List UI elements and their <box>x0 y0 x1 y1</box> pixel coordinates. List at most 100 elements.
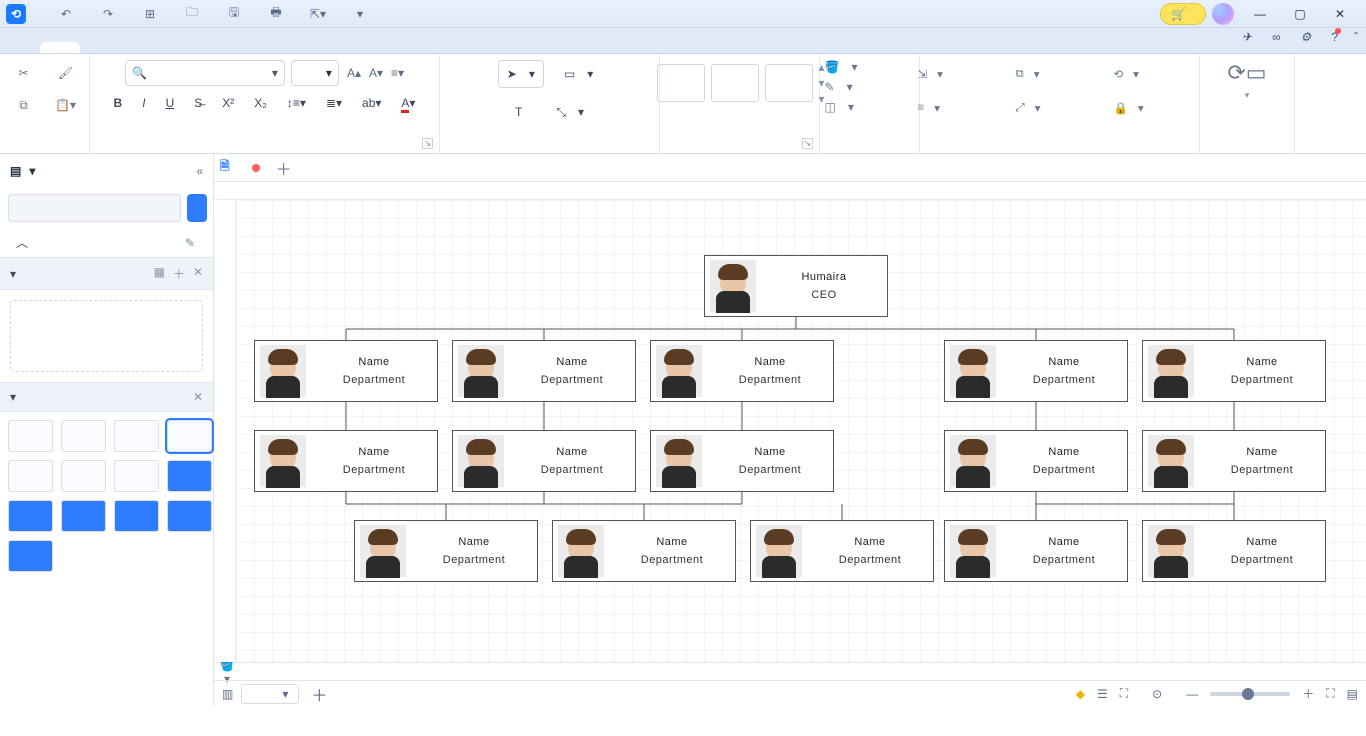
present-icon[interactable]: ⊙ <box>1152 687 1162 701</box>
font-color-button[interactable]: A▾ <box>401 96 415 110</box>
cut-icon[interactable]: ✂ <box>10 60 38 86</box>
chevron-down-icon[interactable]: ▾ <box>10 390 16 404</box>
add-doc-button[interactable]: ＋ <box>276 156 292 180</box>
page-list-icon[interactable]: ▥ <box>222 687 233 701</box>
connector-tool[interactable]: ⤡ ▾ <box>548 98 592 126</box>
qat-more-icon[interactable]: ▾ <box>346 0 374 28</box>
rotate-button[interactable]: ⟲ ▾ <box>1114 60 1202 88</box>
org-card[interactable]: NameDepartment <box>254 430 438 492</box>
zoom-in-button[interactable]: ＋ <box>1302 685 1314 702</box>
lock-button[interactable]: 🔒 ▾ <box>1114 94 1202 122</box>
fit-page-icon[interactable]: ⛶ <box>1326 686 1334 701</box>
canvas[interactable]: HumairaCEONameDepartmentNameDepartmentNa… <box>236 200 1366 662</box>
add-page-button[interactable]: ＋ <box>311 682 327 706</box>
bullets-button[interactable]: ≣▾ <box>326 96 342 110</box>
options-button[interactable]: ⚙ <box>1301 30 1316 44</box>
decrease-font-icon[interactable]: A▾ <box>369 66 383 80</box>
org-card[interactable]: NameDepartment <box>452 340 636 402</box>
tab-insert[interactable] <box>80 42 120 53</box>
align-button[interactable]: ≡ ▾ <box>918 94 1006 122</box>
org-card[interactable]: NameDepartment <box>944 520 1128 582</box>
symbol-search-input[interactable] <box>8 194 181 222</box>
italic-button[interactable]: I <box>142 96 145 110</box>
shape-thumb[interactable] <box>8 500 53 532</box>
org-card[interactable]: NameDepartment <box>552 520 736 582</box>
print-icon[interactable]: 🖶 <box>262 0 290 28</box>
diamond-icon[interactable]: ◆ <box>1076 687 1085 701</box>
tab-symbols[interactable] <box>200 42 240 53</box>
style-preset[interactable] <box>711 64 759 102</box>
org-card[interactable]: NameDepartment <box>944 430 1128 492</box>
shape-thumb[interactable] <box>61 460 106 492</box>
org-card[interactable]: NameDepartment <box>944 340 1128 402</box>
shape-thumb[interactable] <box>8 420 53 452</box>
shape-thumb[interactable] <box>167 420 212 452</box>
shape-thumb[interactable] <box>167 460 212 492</box>
line-button[interactable]: ✎▾ <box>825 80 915 94</box>
dialog-launcher-icon[interactable]: ↘ <box>802 138 813 149</box>
tab-design[interactable] <box>120 42 160 53</box>
shape-thumb[interactable] <box>61 420 106 452</box>
replace-shape-button[interactable]: ⟳▭ ▾ <box>1227 60 1266 101</box>
paste-icon[interactable]: 📋▾ <box>52 92 80 118</box>
font-size-select[interactable]: ▾ <box>291 60 339 86</box>
org-card[interactable]: NameDepartment <box>1142 340 1326 402</box>
shape-thumb[interactable] <box>61 500 106 532</box>
org-card[interactable]: NameDepartment <box>650 430 834 492</box>
close-button[interactable]: ✕ <box>1320 0 1360 28</box>
format-painter-icon[interactable]: 🖌 <box>52 60 80 86</box>
style-preset[interactable] <box>765 64 813 102</box>
zoom-slider[interactable] <box>1210 692 1290 696</box>
dialog-launcher-icon[interactable]: ↘ <box>422 138 433 149</box>
org-card[interactable]: NameDepartment <box>1142 520 1326 582</box>
group-button[interactable]: ⧉ ▾ <box>1016 60 1104 88</box>
text-tool[interactable]: T <box>507 98 536 126</box>
symbol-search-button[interactable] <box>187 194 207 222</box>
buy-now-button[interactable]: 🛒 <box>1160 3 1206 25</box>
add-icon[interactable]: ＋ <box>173 265 185 282</box>
maximize-button[interactable]: ▢ <box>1280 0 1320 28</box>
align-menu-icon[interactable]: ≡▾ <box>391 66 404 80</box>
chevron-up-icon[interactable]: ︿ <box>16 234 28 251</box>
bold-button[interactable]: B <box>114 96 123 110</box>
shape-thumb[interactable] <box>114 460 159 492</box>
library-drop-zone[interactable] <box>10 300 203 372</box>
copy-icon[interactable]: ⧉ <box>10 92 38 118</box>
page-select[interactable]: ▾ <box>241 684 299 704</box>
shape-thumb[interactable] <box>167 500 212 532</box>
highlight-button[interactable]: ab▾ <box>362 96 381 110</box>
tab-advanced[interactable] <box>240 42 280 53</box>
focus-frame-icon[interactable]: ⛶ <box>1120 686 1128 701</box>
help-button[interactable]: ? <box>1331 30 1338 44</box>
underline-button[interactable]: U <box>166 96 175 110</box>
publish-button[interactable]: ✈ <box>1242 30 1256 44</box>
org-card[interactable]: NameDepartment <box>1142 430 1326 492</box>
size-button[interactable]: ⤢ ▾ <box>1016 94 1104 122</box>
chevron-down-icon[interactable]: ▾ <box>10 267 16 281</box>
export-icon[interactable]: ⇱▾ <box>304 0 332 28</box>
tab-home[interactable] <box>40 42 80 53</box>
style-preset[interactable] <box>657 64 705 102</box>
org-card[interactable]: NameDepartment <box>452 430 636 492</box>
grid-icon[interactable]: ▦ <box>154 265 165 282</box>
fill-button[interactable]: 🪣▾ <box>825 60 915 74</box>
minimize-button[interactable]: — <box>1240 0 1280 28</box>
chevron-down-icon[interactable]: ▾ <box>29 164 35 178</box>
shape-thumb[interactable] <box>8 460 53 492</box>
line-spacing-button[interactable]: ↕≡▾ <box>287 96 306 110</box>
shape-tool[interactable]: ▭ ▾ <box>556 60 601 88</box>
tab-file[interactable] <box>0 42 40 53</box>
collapse-panel-icon[interactable]: « <box>196 164 203 178</box>
share-button[interactable]: ∞ <box>1272 30 1285 44</box>
org-card[interactable]: NameDepartment <box>354 520 538 582</box>
edit-icon[interactable]: ✎ <box>185 236 195 250</box>
org-card[interactable]: NameDepartment <box>750 520 934 582</box>
org-card[interactable]: HumairaCEO <box>704 255 888 317</box>
select-tool[interactable]: ➤ ▾ <box>498 60 544 88</box>
document-tab[interactable]: 🗎 <box>220 157 236 178</box>
save-icon[interactable]: 🖫 <box>220 0 248 28</box>
close-icon[interactable]: ✕ <box>193 265 203 282</box>
new-icon[interactable]: ⊞ <box>136 0 164 28</box>
open-icon[interactable]: 🗀 <box>178 0 206 28</box>
panels-icon[interactable]: ▤ <box>1347 687 1358 701</box>
